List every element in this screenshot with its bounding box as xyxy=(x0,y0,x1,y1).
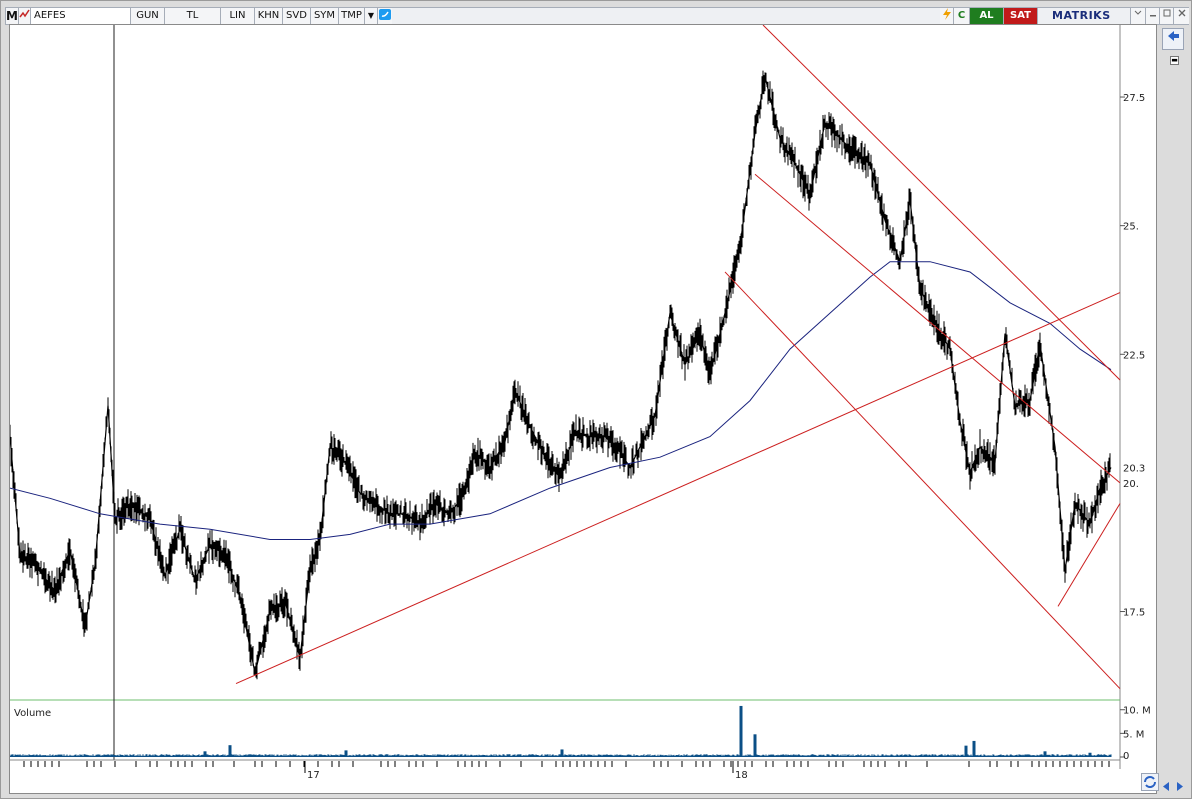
price-volume-chart[interactable]: 27.525.22.517.520.320. Volume 10. M5. M0 … xyxy=(9,24,1156,793)
volume-y-tick-label: 10. M xyxy=(1123,706,1151,717)
minimize-icon[interactable] xyxy=(1130,8,1146,24)
volume-spike xyxy=(344,750,348,757)
price-series xyxy=(9,70,1111,680)
tool-button-svd[interactable]: SVD xyxy=(283,8,311,24)
x-tick-label: 18 xyxy=(735,770,748,781)
last-value-label: 20.3 xyxy=(1123,463,1145,474)
volume-y-tick-label: 5. M xyxy=(1123,729,1144,740)
buy-button[interactable]: AL xyxy=(970,8,1004,24)
scroll-right-icon[interactable] xyxy=(1174,777,1185,791)
tool-button-khn[interactable]: KHN xyxy=(255,8,283,24)
matriks-logo-button[interactable]: M xyxy=(6,8,19,24)
volume-spike xyxy=(753,734,757,757)
scale-button[interactable]: LIN xyxy=(221,8,255,24)
dropdown-chevron-icon[interactable]: ▼ xyxy=(365,8,378,24)
symbol-field[interactable]: AEFES xyxy=(31,8,131,24)
x-axis: 17 18 xyxy=(23,761,1110,781)
tool-button-tmp[interactable]: TMP xyxy=(339,8,365,24)
chart-area[interactable]: 27.5 25. 22.5 17.5 20.3 20. Volume 10. M 5. M0 … xyxy=(9,24,1157,794)
restore-icon[interactable] xyxy=(1160,8,1174,24)
y-tick-label: 27.5 xyxy=(1123,93,1145,104)
volume-spike xyxy=(739,705,743,757)
trendline xyxy=(724,271,1121,690)
brand-logo: MATRIKS xyxy=(1052,9,1111,22)
currency-button[interactable]: TL xyxy=(165,8,221,24)
minimize-window-icon[interactable] xyxy=(1146,8,1160,24)
x-tick-label: 17 xyxy=(307,770,320,781)
expand-panel-icon[interactable]: ▬ xyxy=(1170,56,1179,65)
chart-window: M AEFES GUN TL LIN KHN SVD SYM TMP ▼ C A… xyxy=(0,0,1192,799)
volume-spike xyxy=(1043,751,1047,757)
volume-spike xyxy=(203,751,207,757)
volume-spike xyxy=(972,740,976,757)
close-icon[interactable] xyxy=(1174,8,1189,24)
side-panel: ▬ xyxy=(1160,24,1188,794)
trendline xyxy=(762,24,1121,381)
tool-button-sym[interactable]: SYM xyxy=(311,8,339,24)
price-pane: 27.5 25. 22.5 17.5 20.3 20. xyxy=(9,24,1145,769)
period-button[interactable]: GUN xyxy=(131,8,165,24)
refresh-icon[interactable]: C xyxy=(954,8,970,24)
volume-spike xyxy=(1088,752,1092,757)
sync-icon[interactable] xyxy=(1141,773,1159,791)
scroll-left-icon[interactable] xyxy=(1161,777,1172,791)
chart-toolbar: M AEFES GUN TL LIN KHN SVD SYM TMP ▼ C A… xyxy=(5,7,1189,25)
twitter-icon[interactable] xyxy=(378,8,392,24)
volume-y-tick-label: 0 xyxy=(1123,751,1129,762)
last-value-label: 20. xyxy=(1123,479,1139,490)
price-line xyxy=(9,76,1112,674)
volume-spike xyxy=(560,749,564,757)
chart-icon[interactable] xyxy=(19,8,31,24)
trendline xyxy=(754,173,1121,484)
back-arrow-icon[interactable] xyxy=(1162,28,1184,50)
lightning-icon[interactable] xyxy=(940,8,954,24)
volume-pane: Volume 10. M 5. M 0 xyxy=(9,705,1151,762)
y-tick-label: 25. xyxy=(1123,222,1139,233)
y-tick-label: 22.5 xyxy=(1123,350,1145,361)
volume-title: Volume xyxy=(14,708,51,719)
volume-spike xyxy=(228,745,232,757)
volume-spike xyxy=(964,745,968,757)
sell-button[interactable]: SAT xyxy=(1004,8,1038,24)
y-tick-label: 17.5 xyxy=(1123,608,1145,619)
moving-average-line xyxy=(9,261,1112,540)
